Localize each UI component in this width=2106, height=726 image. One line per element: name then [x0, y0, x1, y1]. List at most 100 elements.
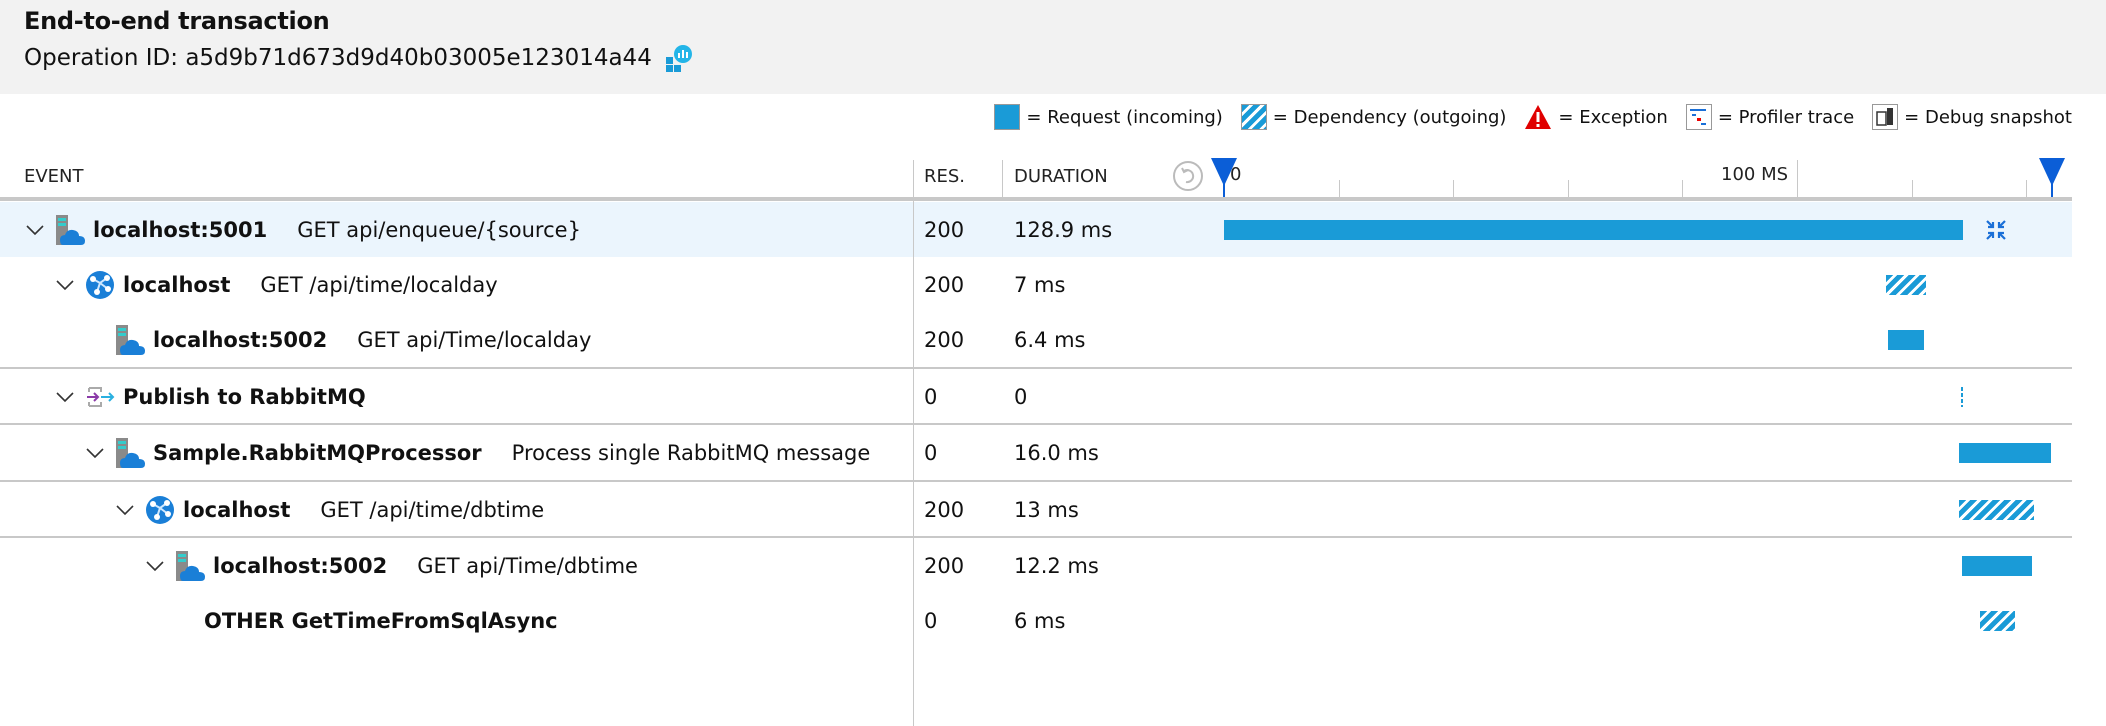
- server-cloud-icon: [175, 551, 205, 581]
- server-cloud-icon: [115, 438, 145, 468]
- server-cloud-icon: [55, 215, 85, 245]
- legend-label: = Dependency (outgoing): [1272, 106, 1507, 128]
- legend-label: = Debug snapshot: [1904, 106, 2072, 128]
- result-code: 200: [924, 327, 965, 352]
- chevron-down-icon[interactable]: [85, 443, 105, 463]
- event-cell: Sample.RabbitMQProcessor Process single R…: [153, 425, 870, 480]
- event-column-divider[interactable]: [913, 160, 914, 726]
- table-row[interactable]: localhost GET /api/time/dbtime 200 13 ms: [0, 482, 2072, 537]
- column-header-event[interactable]: EVENT: [24, 166, 84, 187]
- dependency-bar[interactable]: [1960, 387, 1963, 407]
- table-row[interactable]: Publish to RabbitMQ 0 0: [0, 369, 2072, 424]
- collapse-icon[interactable]: [1984, 218, 2008, 242]
- legend-request: = Request (incoming): [994, 104, 1223, 130]
- event-detail: GET api/Time/localday: [357, 327, 592, 352]
- event-detail: GET api/enqueue/{source}: [297, 217, 581, 242]
- event-name: OTHER GetTimeFromSqlAsync: [204, 608, 558, 633]
- table-row[interactable]: localhost GET /api/time/localday 200 7 ms: [0, 257, 2072, 312]
- operation-id-text: Operation ID: a5d9b71d673d9d40b03005e123…: [24, 45, 652, 71]
- globe-network-icon: [145, 495, 175, 525]
- event-detail: GET /api/time/localday: [260, 272, 498, 297]
- request-bar[interactable]: [1224, 220, 1963, 240]
- operation-id: Operation ID: a5d9b71d673d9d40b03005e123…: [24, 44, 692, 72]
- app-insights-icon[interactable]: [665, 44, 692, 72]
- result-code: 0: [924, 384, 938, 409]
- column-divider: [1002, 160, 1003, 199]
- event-name: localhost: [123, 272, 231, 297]
- tick-label: 100 MS: [1721, 164, 1789, 185]
- event-name: localhost:5001: [93, 217, 268, 242]
- globe-network-icon: [85, 270, 115, 300]
- publish-queue-icon: [85, 382, 115, 412]
- event-cell: localhost GET /api/time/localday: [123, 257, 498, 312]
- event-name: Publish to RabbitMQ: [123, 384, 366, 409]
- table-row[interactable]: Sample.RabbitMQProcessor Process single R…: [0, 425, 2072, 480]
- chevron-down-icon[interactable]: [55, 275, 75, 295]
- event-cell: localhost:5001 GET api/enqueue/{source}: [93, 202, 581, 257]
- event-name: localhost:5002: [213, 553, 388, 578]
- exception-icon: [1525, 105, 1552, 129]
- column-header-res[interactable]: RES.: [924, 166, 965, 187]
- dependency-bar[interactable]: [1980, 611, 2015, 631]
- event-name: Sample.RabbitMQProcessor: [153, 440, 482, 465]
- result-code: 200: [924, 217, 965, 242]
- event-cell: localhost GET /api/time/dbtime: [183, 482, 544, 537]
- table-row[interactable]: localhost:5002 GET api/Time/dbtime 200 12.2…: [0, 538, 2072, 593]
- legend-profiler: = Profiler trace: [1685, 104, 1855, 130]
- result-code: 200: [924, 497, 965, 522]
- event-name: localhost:5002: [153, 327, 328, 352]
- timeline-start-handle[interactable]: [1209, 156, 1239, 200]
- event-cell: localhost:5002 GET api/Time/dbtime: [213, 538, 638, 593]
- page-header: End-to-end transaction Operation ID: a5d…: [0, 0, 2106, 94]
- event-name: localhost: [183, 497, 291, 522]
- duration: 0: [1014, 384, 1028, 409]
- table-row[interactable]: localhost:5002 GET api/Time/localday 200 6.…: [0, 312, 2072, 367]
- server-cloud-icon: [115, 325, 145, 355]
- header-divider: [0, 197, 2072, 201]
- event-detail: Process single RabbitMQ message: [511, 440, 871, 465]
- duration: 16.0 ms: [1014, 440, 1099, 465]
- event-cell: OTHER GetTimeFromSqlAsync: [204, 593, 588, 648]
- chevron-down-icon[interactable]: [145, 556, 165, 576]
- result-code: 200: [924, 553, 965, 578]
- duration: 128.9 ms: [1014, 217, 1113, 242]
- legend-label: = Request (incoming): [1026, 106, 1223, 128]
- timeline-tick: [1797, 160, 1798, 199]
- event-cell: localhost:5002 GET api/Time/localday: [153, 312, 591, 367]
- duration: 7 ms: [1014, 272, 1066, 297]
- legend: = Request (incoming) = Dependency (outgo…: [982, 104, 2072, 130]
- duration: 12.2 ms: [1014, 553, 1099, 578]
- event-detail: GET /api/time/dbtime: [320, 497, 545, 522]
- dependency-bar[interactable]: [1885, 275, 1926, 295]
- legend-label: = Exception: [1558, 106, 1668, 128]
- result-code: 0: [924, 608, 938, 633]
- result-code: 0: [924, 440, 938, 465]
- chevron-down-icon[interactable]: [25, 220, 45, 240]
- column-header-duration[interactable]: DURATION: [1014, 166, 1108, 187]
- chevron-down-icon[interactable]: [115, 500, 135, 520]
- request-bar[interactable]: [1962, 556, 2032, 576]
- reset-zoom-icon[interactable]: [1172, 160, 1204, 192]
- page-title: End-to-end transaction: [24, 7, 330, 35]
- event-cell: Publish to RabbitMQ: [123, 369, 396, 424]
- request-bar[interactable]: [1887, 330, 1925, 350]
- timeline-end-handle[interactable]: [2037, 156, 2067, 200]
- legend-snapshot: = Debug snapshot: [1872, 104, 2072, 130]
- debug-snapshot-icon: [1872, 104, 1899, 130]
- event-detail: GET api/Time/dbtime: [417, 553, 638, 578]
- chevron-down-icon[interactable]: [55, 387, 75, 407]
- dependency-swatch: [1240, 104, 1267, 130]
- duration: 13 ms: [1014, 497, 1079, 522]
- table-row[interactable]: OTHER GetTimeFromSqlAsync 0 6 ms: [0, 593, 2072, 648]
- result-code: 200: [924, 272, 965, 297]
- table-row[interactable]: localhost:5001 GET api/enqueue/{source} 20…: [0, 202, 2072, 257]
- duration: 6.4 ms: [1014, 327, 1086, 352]
- legend-label: = Profiler trace: [1717, 106, 1855, 128]
- request-bar[interactable]: [1959, 443, 2051, 463]
- legend-dependency: = Dependency (outgoing): [1240, 104, 1507, 130]
- dependency-bar[interactable]: [1959, 500, 2034, 520]
- legend-exception: = Exception: [1524, 104, 1668, 130]
- profiler-trace-icon: [1685, 104, 1712, 130]
- duration: 6 ms: [1014, 608, 1066, 633]
- request-swatch: [994, 104, 1021, 130]
